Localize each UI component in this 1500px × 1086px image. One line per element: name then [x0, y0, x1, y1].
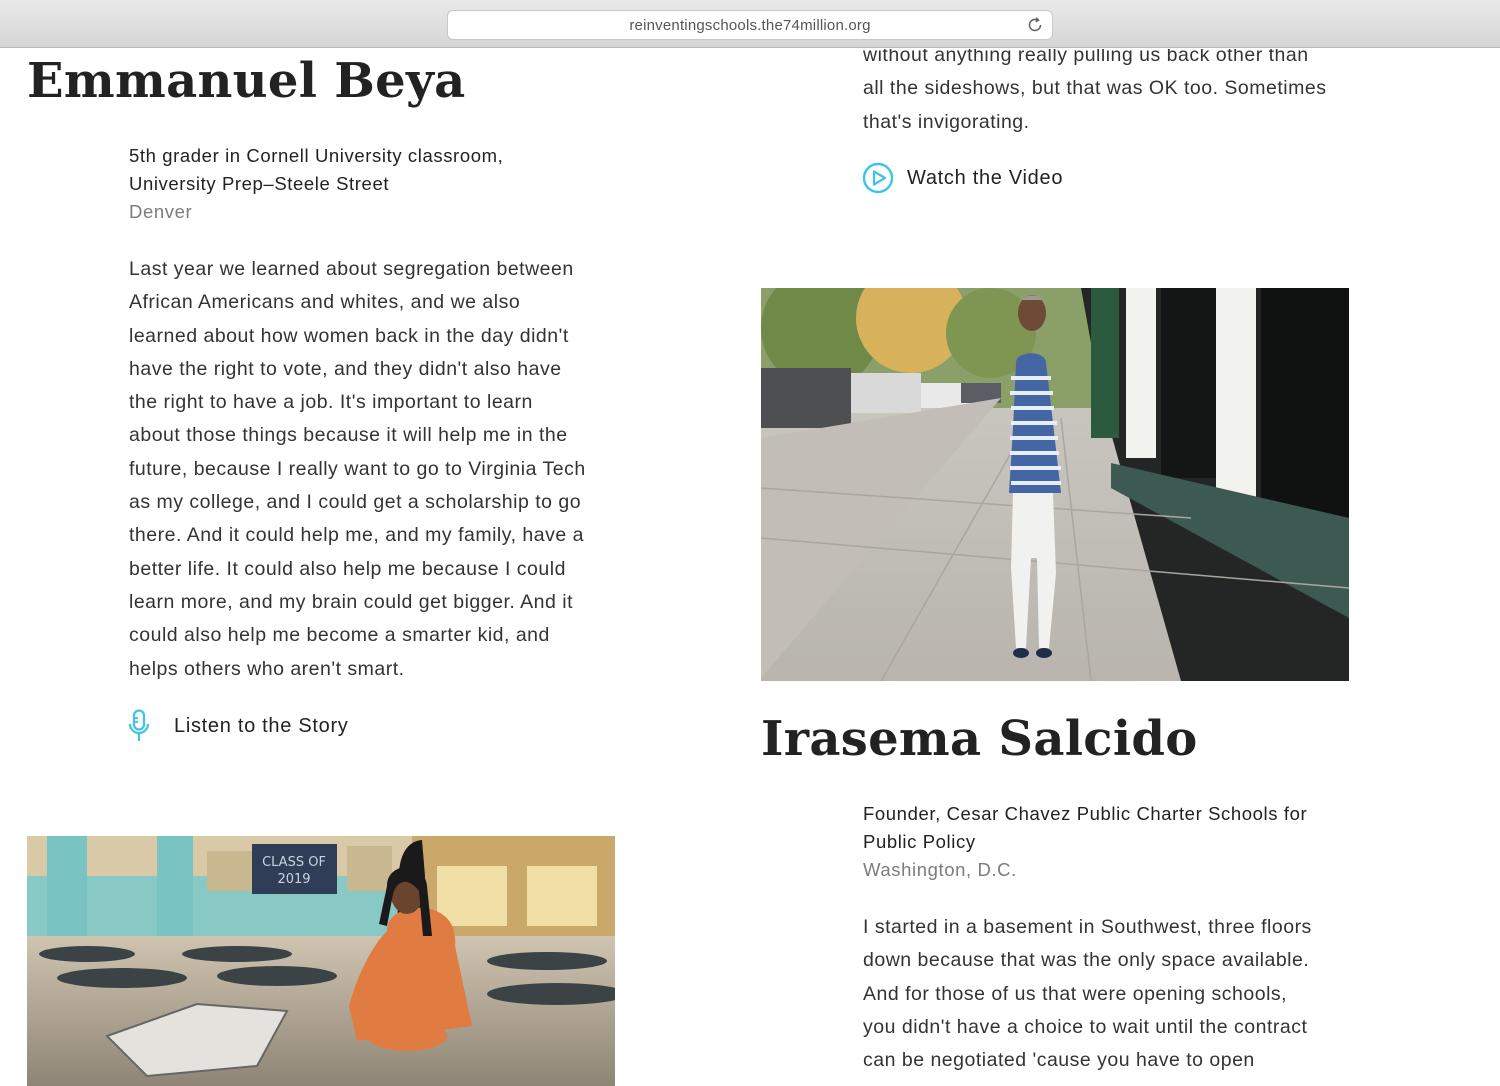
profile-name-salcido: Irasema Salcido: [761, 711, 1198, 767]
address-bar-url: reinventingschools.the74million.org: [629, 16, 871, 34]
profile-role-line: Founder, Cesar Chavez Public Charter Sch…: [863, 803, 1308, 824]
quote-line: African Americans and whites, and we als…: [129, 291, 521, 314]
quote-line: the right to have a job. It's important …: [129, 391, 533, 414]
quote-line: learned about how women back in the day …: [129, 324, 569, 347]
quote-line: have the right to vote, and they didn't …: [129, 357, 562, 380]
profile-role-beya: 5th grader in Cornell University classro…: [129, 142, 503, 198]
profile-role-line: University Prep–Steele Street: [129, 173, 390, 194]
quote-line: down because that was the only space ava…: [863, 949, 1310, 972]
quote-line: there. And it could help me, and my fami…: [129, 524, 584, 547]
quote-line: without anything really pulling us back …: [863, 49, 1309, 66]
profile-photo-cafeteria: CLASS OF 2019: [27, 836, 615, 1086]
quote-line: future, because I really want to go to V…: [129, 457, 586, 480]
microphone-icon: [128, 709, 150, 741]
play-circle-icon: [862, 162, 894, 194]
profile-quote-beya: Last year we learned about segregation b…: [129, 253, 649, 686]
quote-line: helps others who aren't smart.: [129, 657, 405, 680]
watch-video-button[interactable]: Watch the Video: [862, 162, 1063, 194]
quote-line: that's invigorating.: [863, 110, 1030, 133]
quote-line: could also help me become a smarter kid,…: [129, 624, 550, 647]
quote-line: learn more, and my brain could get bigge…: [129, 590, 573, 613]
quote-line: can be negotiated 'cause you have to ope…: [863, 1049, 1255, 1072]
quote-line: all the sideshows, but that was OK too. …: [863, 77, 1327, 100]
quote-line: you didn't have a choice to wait until t…: [863, 1015, 1308, 1038]
browser-toolbar: reinventingschools.the74million.org: [0, 0, 1500, 48]
banner-text-line2: 2019: [277, 872, 310, 887]
profile-quote-tail: without anything really pulling us back …: [863, 49, 1383, 139]
profile-role-line: Public Policy: [863, 831, 976, 852]
profile-quote-salcido: I started in a basement in Southwest, th…: [863, 911, 1383, 1077]
profile-role-line: 5th grader in Cornell University classro…: [129, 145, 504, 166]
listen-to-story-button[interactable]: Listen to the Story: [128, 709, 349, 743]
reload-icon[interactable]: [1026, 16, 1044, 34]
quote-line: I started in a basement in Southwest, th…: [863, 916, 1312, 938]
quote-line: Last year we learned about segregation b…: [129, 258, 574, 280]
profile-location-beya: Denver: [129, 201, 193, 222]
quote-line: as my college, and I could get a scholar…: [129, 491, 582, 514]
quote-line: And for those of us that were opening sc…: [863, 982, 1288, 1005]
listen-to-story-label: Listen to the Story: [174, 714, 349, 737]
profile-role-salcido: Founder, Cesar Chavez Public Charter Sch…: [863, 800, 1307, 856]
profile-name-beya: Emmanuel Beya: [27, 53, 466, 109]
quote-line: about those things because it will help …: [129, 424, 568, 447]
quote-line: better life. It could also help me becau…: [129, 557, 566, 580]
page-content: Emmanuel Beya 5th grader in Cornell Univ…: [0, 49, 1500, 1086]
profile-location-salcido: Washington, D.C.: [863, 859, 1017, 880]
profile-photo-sidewalk: [761, 288, 1349, 681]
watch-video-label: Watch the Video: [907, 166, 1064, 189]
address-bar[interactable]: reinventingschools.the74million.org: [447, 10, 1053, 40]
banner-text-line1: CLASS OF: [262, 855, 326, 870]
